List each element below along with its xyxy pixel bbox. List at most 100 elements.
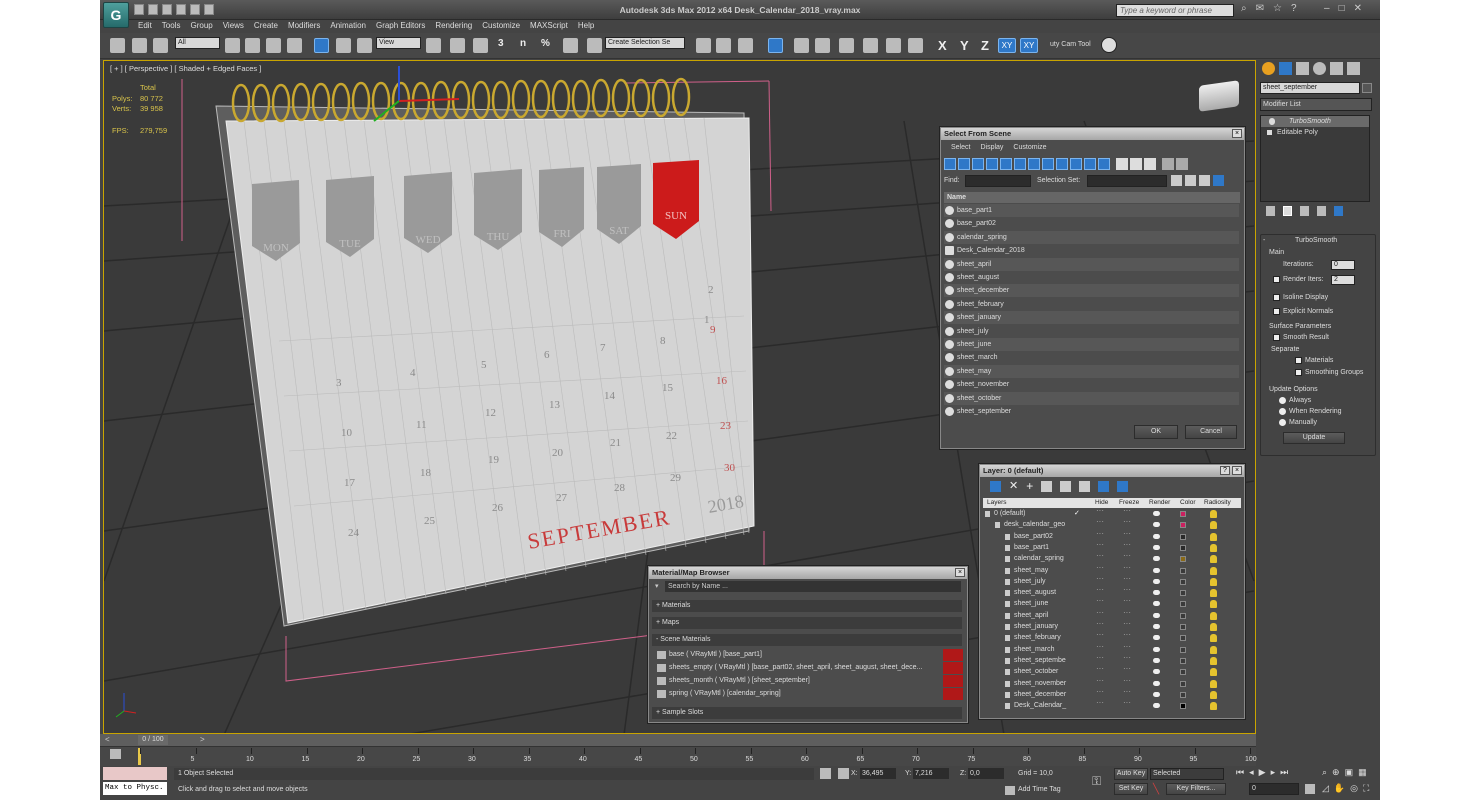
list-item[interactable]: sheet_november — [944, 378, 1239, 391]
favorites-icon[interactable]: ☆ — [1273, 3, 1282, 14]
rollout-title[interactable]: TurboSmooth — [1295, 237, 1337, 244]
motion-tab-icon[interactable] — [1313, 62, 1326, 75]
minimize-icon[interactable]: – — [1324, 3, 1330, 14]
name-column-header[interactable]: Name — [944, 192, 1240, 203]
layer-color-swatch[interactable] — [1180, 601, 1186, 608]
utilities-tab-icon[interactable] — [1347, 62, 1360, 75]
hide-toggle[interactable]: ··· — [1096, 686, 1104, 697]
pivot-center-icon[interactable] — [426, 38, 441, 53]
separate-materials-checkbox[interactable] — [1295, 357, 1302, 364]
render-teapot-icon[interactable] — [1153, 567, 1160, 573]
align-icon[interactable] — [716, 38, 731, 53]
link-icon[interactable] — [110, 38, 125, 53]
layer-color-swatch[interactable] — [1180, 590, 1186, 597]
object-name-input[interactable]: sheet_september — [1260, 82, 1360, 94]
layer-row[interactable]: sheet_may ··· ··· — [984, 563, 1235, 576]
spinner-snap-icon[interactable] — [563, 38, 578, 53]
axis-z-button[interactable]: Z — [981, 38, 989, 53]
material-search-input[interactable]: Search by Name ... — [665, 581, 961, 592]
browser-options-icon[interactable]: ▾ — [655, 582, 659, 590]
layer-row[interactable]: sheet_july ··· ··· — [984, 574, 1235, 587]
freeze-toggle[interactable]: ··· — [1123, 675, 1131, 686]
radiosity-icon[interactable] — [1210, 645, 1217, 654]
render-teapot-icon[interactable] — [1153, 624, 1160, 629]
find-input[interactable] — [965, 175, 1031, 187]
iterations-spinner[interactable]: 0 — [1331, 260, 1355, 270]
filter-containers-icon[interactable] — [1070, 158, 1082, 170]
ok-button[interactable]: OK — [1134, 425, 1178, 439]
radiosity-column-header[interactable]: Radiosity — [1204, 498, 1231, 508]
select-from-scene-title[interactable]: Select From Scene — [941, 128, 1244, 140]
list-item[interactable]: sheet_january — [944, 311, 1239, 325]
layer-row[interactable]: sheet_january ··· ··· — [984, 619, 1235, 632]
material-row[interactable]: base ( VRayMtl ) [base_part1] — [655, 649, 963, 661]
menu-graph-editors[interactable]: Graph Editors — [372, 20, 431, 33]
lock-selection-icon[interactable] — [820, 768, 831, 779]
update-manually-radio[interactable] — [1279, 419, 1286, 426]
zoom-all-icon[interactable]: ⊕ — [1332, 767, 1340, 778]
select-all-icon[interactable] — [1116, 158, 1128, 170]
pan-icon[interactable]: ✋ — [1334, 783, 1345, 794]
hide-toggle[interactable]: ··· — [1096, 539, 1104, 550]
hide-toggle[interactable]: ··· — [1096, 516, 1104, 527]
close-icon[interactable]: × — [955, 568, 965, 577]
search-input[interactable]: Type a keyword or phrase — [1116, 4, 1234, 17]
select-object-icon[interactable] — [225, 38, 240, 53]
display-children-icon[interactable] — [1171, 175, 1182, 186]
delete-layer-icon[interactable]: ✕ — [1009, 481, 1018, 492]
object-color-swatch[interactable] — [1362, 83, 1372, 93]
go-to-end-icon[interactable]: ⏭ — [1280, 767, 1288, 778]
list-item[interactable]: sheet_march — [944, 351, 1239, 364]
menu-rendering[interactable]: Rendering — [431, 20, 478, 33]
x-coord-input[interactable]: 36,495 — [860, 768, 896, 779]
layer-manager-toggle-icon[interactable] — [738, 38, 753, 53]
curve-editor-icon[interactable] — [794, 38, 809, 53]
highlight-layer-icon[interactable] — [1060, 481, 1072, 492]
time-tag-icon[interactable] — [1005, 786, 1015, 795]
maximize-viewport-icon[interactable]: ⛶ — [1363, 783, 1369, 794]
axis-xy-button[interactable]: XY — [998, 38, 1016, 53]
render-teapot-icon[interactable] — [1153, 601, 1160, 607]
radiosity-icon[interactable] — [1210, 543, 1217, 552]
menu-create[interactable]: Create — [250, 20, 284, 33]
render-teapot-icon[interactable] — [1153, 533, 1160, 539]
radiosity-icon[interactable] — [1210, 555, 1217, 564]
field-of-view-icon[interactable]: ◿ — [1322, 783, 1329, 794]
radiosity-icon[interactable] — [1210, 521, 1217, 530]
track-bar[interactable]: 5 10 15 20 25 30 35 40 45 50 55 60 65 70 75 80 85 90 95 100 — [100, 746, 1257, 766]
next-frame-icon[interactable]: > — [200, 735, 205, 744]
render-teapot-icon[interactable] — [1153, 612, 1160, 618]
current-frame-input[interactable]: 0 — [1249, 783, 1299, 795]
radiosity-icon[interactable] — [1210, 566, 1217, 575]
list-item[interactable]: sheet_may — [944, 364, 1239, 378]
radiosity-icon[interactable] — [1210, 634, 1217, 643]
mirror-icon[interactable] — [696, 38, 711, 53]
list-item[interactable]: base_part02 — [944, 217, 1239, 230]
zoom-extents-icon[interactable]: ▣ — [1345, 767, 1354, 778]
menu-group[interactable]: Group — [186, 20, 218, 33]
layer-color-swatch[interactable] — [1180, 691, 1186, 698]
edit-named-selection-icon[interactable] — [587, 38, 602, 53]
maps-section[interactable]: + Maps — [652, 617, 962, 629]
select-and-rotate-icon[interactable] — [336, 38, 351, 53]
hide-toggle[interactable]: ··· — [1096, 607, 1104, 618]
radiosity-icon[interactable] — [1210, 577, 1217, 586]
keyboard-shortcut-icon[interactable] — [473, 38, 488, 53]
prev-frame-icon[interactable]: < — [105, 735, 110, 744]
list-item[interactable]: sheet_july — [944, 325, 1239, 338]
layer-color-swatch[interactable] — [1180, 646, 1186, 653]
sfs-menu-customize[interactable]: Customize — [1013, 140, 1046, 155]
go-to-start-icon[interactable]: ⏮ — [1236, 767, 1244, 778]
radiosity-icon[interactable] — [1210, 611, 1217, 620]
menu-edit[interactable]: Edit — [134, 20, 158, 33]
key-mode-dropdown[interactable]: Selected — [1150, 768, 1224, 780]
filter-frozen-icon[interactable] — [1084, 158, 1096, 170]
list-item[interactable]: sheet_february — [944, 298, 1239, 311]
angle-snap-icon[interactable]: n — [520, 38, 526, 49]
layer-color-swatch[interactable] — [1180, 578, 1186, 585]
render-teapot-icon[interactable] — [1153, 691, 1160, 697]
filter-bones-icon[interactable] — [1056, 158, 1068, 170]
time-slider-thumb[interactable]: 0 / 100 — [138, 735, 168, 745]
freeze-toggle[interactable]: ··· — [1123, 505, 1131, 516]
radiosity-icon[interactable] — [1210, 589, 1217, 598]
